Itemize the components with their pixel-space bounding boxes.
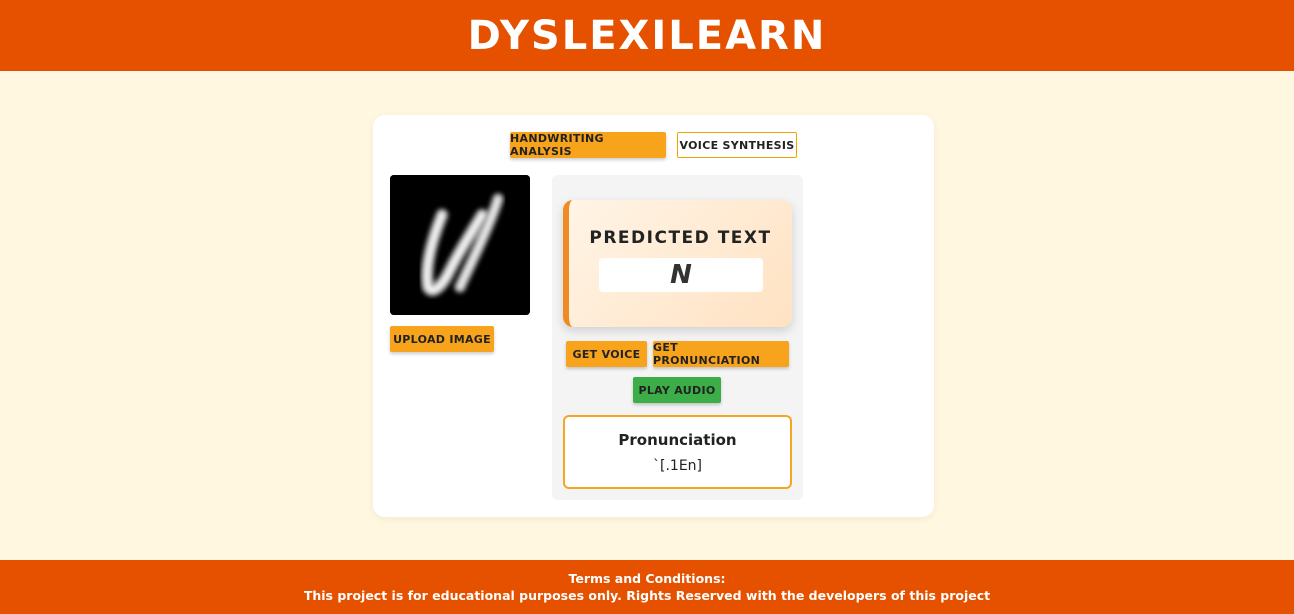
app-title: DYSLEXILEARN — [467, 12, 827, 59]
pronunciation-card: Pronunciation `[.1En] — [563, 415, 792, 489]
handwritten-letter-image — [390, 175, 530, 315]
footer-terms-text: This project is for educational purposes… — [303, 588, 991, 603]
main-card: HANDWRITING ANALYSIS VOICE SYNTHESIS UPL… — [373, 115, 934, 517]
footer: Terms and Conditions: This project is fo… — [0, 560, 1294, 614]
results-panel: PREDICTED TEXT N GET VOICE GET PRONUNCIA… — [552, 175, 803, 500]
tab-bar: HANDWRITING ANALYSIS VOICE SYNTHESIS — [510, 132, 797, 158]
uploaded-image-preview — [390, 175, 530, 315]
predicted-text-title: PREDICTED TEXT — [589, 228, 772, 248]
get-voice-button[interactable]: GET VOICE — [566, 341, 647, 367]
pronunciation-title: Pronunciation — [618, 431, 737, 449]
pronunciation-value: `[.1En] — [653, 458, 702, 474]
tab-handwriting-analysis[interactable]: HANDWRITING ANALYSIS — [510, 132, 666, 158]
header: DYSLEXILEARN — [0, 0, 1294, 71]
tab-voice-synthesis[interactable]: VOICE SYNTHESIS — [677, 132, 797, 158]
upload-image-button[interactable]: UPLOAD IMAGE — [390, 326, 494, 352]
predicted-text-value: N — [599, 258, 763, 292]
footer-terms-heading: Terms and Conditions: — [568, 571, 726, 586]
play-audio-button[interactable]: PLAY AUDIO — [633, 377, 721, 403]
predicted-text-card: PREDICTED TEXT N — [563, 200, 792, 327]
get-pronunciation-button[interactable]: GET PRONUNCIATION — [653, 341, 789, 367]
